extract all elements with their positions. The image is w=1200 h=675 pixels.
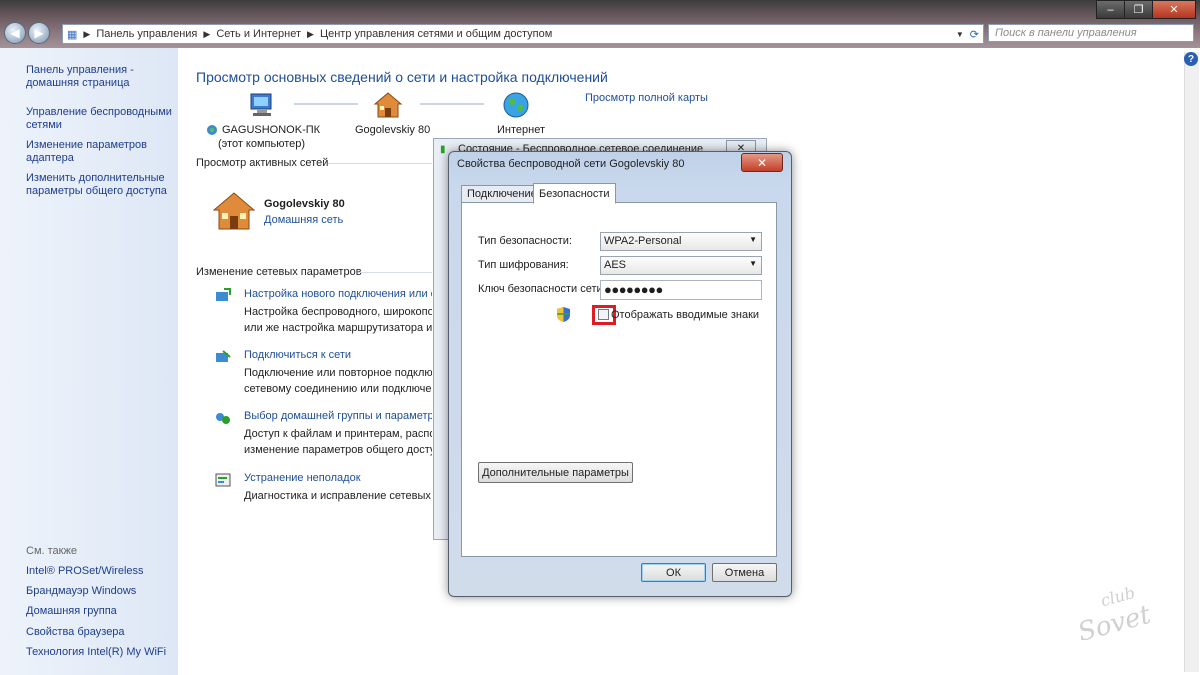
full-map-link[interactable]: Просмотр полной карты: [585, 92, 708, 104]
breadcrumb-network-center[interactable]: Центр управления сетями и общим доступом: [320, 28, 552, 40]
task-homegroup-desc-1: Доступ к файлам и принтерам, распол: [244, 428, 432, 440]
wireless-properties-dialog: Свойства беспроводной сети Gogolevskiy 8…: [448, 151, 792, 597]
connect-network-icon: [216, 350, 231, 362]
show-characters-checkbox[interactable]: [598, 309, 609, 320]
task-connect-desc-1: Подключение или повторное подключ: [244, 367, 432, 379]
sidebar-link-sharing[interactable]: Изменить дополнительные параметры общего…: [26, 172, 176, 198]
dialog-close-button[interactable]: ✕: [741, 153, 783, 172]
show-characters-label[interactable]: Отображать вводимые знаки: [611, 309, 759, 321]
new-connection-icon: [216, 288, 231, 301]
scrollbar[interactable]: [1184, 52, 1199, 672]
sidebar-link-home[interactable]: Панель управления - домашняя страница: [26, 64, 176, 90]
encryption-type-value: AES: [604, 259, 627, 271]
cancel-button[interactable]: Отмена: [712, 563, 777, 582]
club-sovet-watermark: club Sovet: [1075, 583, 1155, 640]
dialog-title: Свойства беспроводной сети Gogolevskiy 8…: [457, 158, 685, 170]
see-also-mywifi[interactable]: Технология Intel(R) My WiFi: [26, 646, 176, 659]
address-bar[interactable]: ▦ ▶ Панель управления ▶ Сеть и Интернет …: [62, 24, 984, 44]
dropdown-arrow-icon[interactable]: ▼: [956, 30, 964, 39]
tasks-region: Настройка нового подключения или се Наст…: [180, 48, 432, 675]
task-connect-desc-2: сетевому соединению или подключен: [244, 383, 432, 395]
see-also-proset[interactable]: Intel® PROSet/Wireless: [26, 565, 176, 578]
security-key-value: ●●●●●●●●: [604, 282, 663, 297]
tab-security[interactable]: Безопасности: [533, 183, 616, 204]
internet-label: Интернет: [497, 124, 545, 136]
help-icon[interactable]: ?: [1184, 52, 1198, 66]
task-homegroup-desc-2: изменение параметров общего доступ: [244, 444, 432, 456]
advanced-settings-button[interactable]: Дополнительные параметры: [478, 462, 633, 483]
ok-button[interactable]: ОК: [641, 563, 706, 582]
security-type-label: Тип безопасности:: [478, 235, 572, 247]
breadcrumb-network-internet[interactable]: Сеть и Интернет: [216, 28, 301, 40]
forward-button[interactable]: ▶: [28, 22, 50, 44]
task-new-connection-desc-1: Настройка беспроводного, широкопол: [244, 306, 432, 318]
security-key-input[interactable]: ●●●●●●●●: [600, 280, 762, 300]
search-input[interactable]: Поиск в панели управления: [988, 24, 1194, 42]
security-type-value: WPA2-Personal: [604, 235, 682, 247]
task-troubleshoot-desc: Диагностика и исправление сетевых пр: [244, 490, 432, 502]
chevron-down-icon: ▼: [749, 235, 757, 244]
window-chrome: – ❐ ✕ ◀ ▶ ▦ ▶ Панель управления ▶ Сеть и…: [0, 0, 1200, 48]
security-type-select[interactable]: WPA2-Personal ▼: [600, 232, 762, 251]
encryption-type-label: Тип шифрования:: [478, 259, 569, 271]
see-also-firewall[interactable]: Брандмауэр Windows: [26, 585, 176, 598]
task-new-connection-link[interactable]: Настройка нового подключения или се: [244, 288, 432, 300]
minimize-button[interactable]: –: [1096, 0, 1125, 19]
security-panel: Тип безопасности: WPA2-Personal ▼ Тип ши…: [461, 202, 777, 557]
back-button[interactable]: ◀: [4, 22, 26, 44]
window-controls: – ❐ ✕: [1096, 0, 1196, 19]
breadcrumb-control-panel[interactable]: Панель управления: [96, 28, 197, 40]
refresh-icon[interactable]: ⟳: [970, 28, 979, 41]
task-new-connection-desc-2: или же настройка маршрутизатора или: [244, 322, 432, 334]
breadcrumb-separator-icon: ▶: [203, 28, 211, 39]
see-also-label: См. также: [26, 545, 77, 557]
maximize-button[interactable]: ❐: [1124, 0, 1153, 19]
breadcrumb-separator-icon: ▶: [307, 28, 314, 39]
see-also-homegroup[interactable]: Домашняя группа: [26, 605, 176, 618]
tab-connection[interactable]: Подключение: [461, 185, 543, 203]
see-also-browser[interactable]: Свойства браузера: [26, 626, 176, 639]
troubleshoot-icon: [215, 473, 231, 487]
close-window-button[interactable]: ✕: [1152, 0, 1196, 19]
sidebar-link-wireless[interactable]: Управление беспроводными сетями: [26, 106, 176, 132]
security-key-label: Ключ безопасности сети: [478, 283, 603, 295]
homegroup-icon: [216, 413, 230, 424]
task-connect-link[interactable]: Подключиться к сети: [244, 349, 351, 361]
encryption-type-select[interactable]: AES ▼: [600, 256, 762, 275]
globe-icon: [503, 92, 529, 118]
signal-icon: ▮: [440, 144, 446, 155]
task-homegroup-link[interactable]: Выбор домашней группы и параметро: [244, 410, 432, 422]
breadcrumb-separator-icon: ▶: [83, 28, 91, 39]
task-troubleshoot-link[interactable]: Устранение неполадок: [244, 472, 361, 484]
uac-shield-icon: [557, 307, 570, 322]
control-panel-icon: ▦: [67, 28, 78, 41]
chevron-down-icon: ▼: [749, 259, 757, 268]
sidebar-link-adapter[interactable]: Изменение параметров адаптера: [26, 139, 176, 165]
